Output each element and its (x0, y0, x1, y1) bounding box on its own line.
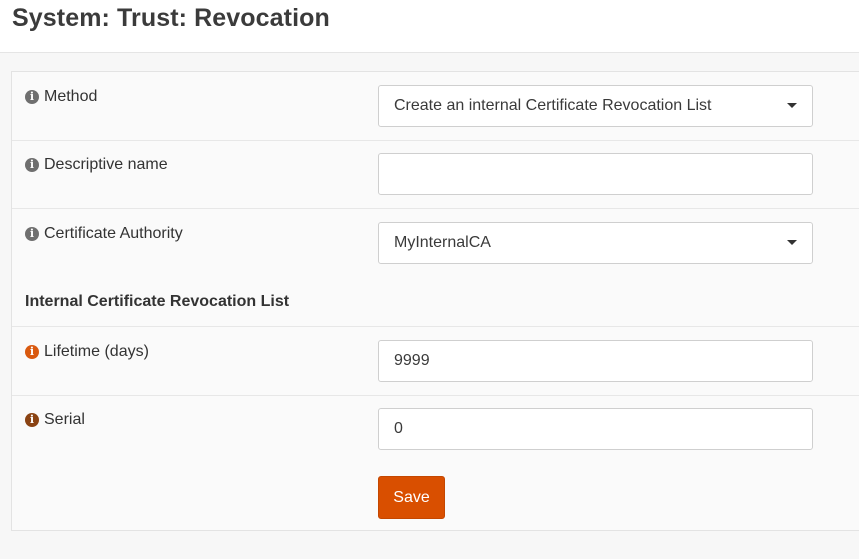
method-label-text: Method (44, 88, 98, 105)
lifetime-label: i Lifetime (days) (25, 343, 149, 361)
info-icon[interactable]: i (25, 345, 39, 359)
serial-value: 0 (394, 420, 403, 437)
method-label: i Method (25, 88, 97, 106)
method-select-value: Create an internal Certificate Revocatio… (394, 97, 712, 114)
descriptive-name-label: i Descriptive name (25, 156, 168, 174)
method-select[interactable]: Create an internal Certificate Revocatio… (378, 85, 813, 127)
lifetime-input[interactable]: 9999 (378, 340, 813, 382)
serial-input[interactable]: 0 (378, 408, 813, 450)
certificate-authority-value: MyInternalCA (394, 234, 491, 251)
save-button[interactable]: Save (378, 476, 445, 519)
lifetime-label-text: Lifetime (days) (44, 343, 149, 360)
page-header: System: Trust: Revocation (0, 0, 859, 53)
certificate-authority-label: i Certificate Authority (25, 225, 183, 243)
info-icon[interactable]: i (25, 90, 39, 104)
certificate-authority-select[interactable]: MyInternalCA (378, 222, 813, 264)
certificate-authority-label-text: Certificate Authority (44, 225, 183, 242)
page-title: System: Trust: Revocation (12, 4, 330, 32)
method-row: i Method Create an internal Certificate … (12, 72, 859, 141)
serial-label: i Serial (25, 411, 85, 429)
lifetime-value: 9999 (394, 352, 430, 369)
revocation-form-panel: i Method Create an internal Certificate … (11, 71, 859, 531)
info-icon[interactable]: i (25, 158, 39, 172)
lifetime-row: i Lifetime (days) 9999 (12, 327, 859, 396)
info-icon[interactable]: i (25, 413, 39, 427)
descriptive-name-row: i Descriptive name (12, 141, 859, 209)
serial-label-text: Serial (44, 411, 85, 428)
section-heading: Internal Certificate Revocation List (25, 293, 290, 310)
chevron-down-icon (787, 240, 797, 245)
descriptive-name-label-text: Descriptive name (44, 156, 168, 173)
descriptive-name-input[interactable] (378, 153, 813, 195)
info-icon[interactable]: i (25, 227, 39, 241)
chevron-down-icon (787, 103, 797, 108)
